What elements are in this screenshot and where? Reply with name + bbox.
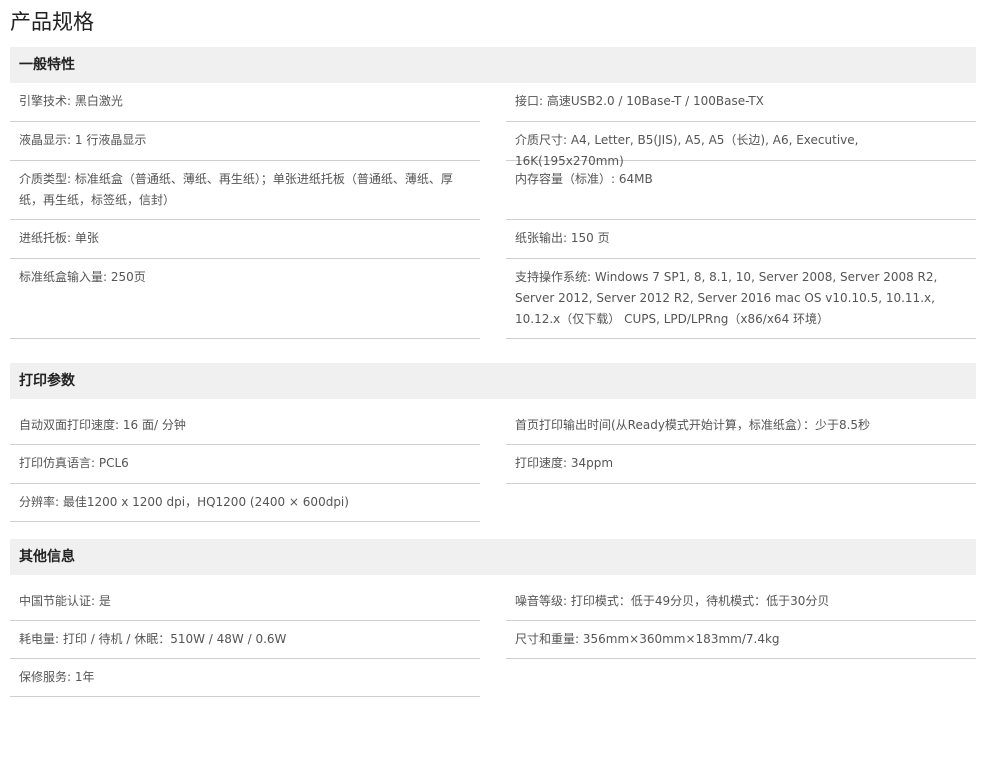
spec-value: 150 页 (570, 231, 610, 245)
spec-label: 支持操作系统 (515, 270, 588, 284)
spec-row: 支持操作系统: Windows 7 SP1, 8, 8.1, 10, Serve… (506, 259, 976, 339)
spec-label: 内存容量（标准） (515, 172, 612, 186)
spec-value: PCL6 (98, 456, 129, 470)
spec-label: 介质尺寸 (515, 133, 564, 147)
spec-value: 34ppm (570, 456, 614, 470)
spec-column-left: 中国节能认证: 是 耗电量: 打印 / 待机 / 休眠：510W / 48W /… (10, 575, 480, 697)
spec-row: 引擎技术: 黑白激光 (10, 83, 480, 122)
spec-value: 356mm×360mm×183mm/7.4kg (582, 632, 780, 646)
spec-value: 1 行液晶显示 (74, 133, 147, 147)
spec-row: 介质类型: 标准纸盒（普通纸、薄纸、再生纸）；单张进纸托板（普通纸、薄纸、厚纸，… (10, 161, 480, 220)
spec-value: 是 (98, 594, 111, 608)
spec-value: 打印模式：低于49分贝，待机模式：低于30分贝 (570, 594, 830, 608)
spec-label: 标准纸盒输入量 (19, 270, 104, 284)
spec-label: 介质类型 (19, 172, 68, 186)
spec-value: 64MB (618, 172, 653, 186)
spec-row: 纸张输出: 150 页 (506, 220, 976, 259)
spec-column-right: 首页打印输出时间(从Ready模式开始计算，标准纸盒）：少于8.5秒 打印速度:… (506, 399, 976, 484)
spec-label: 液晶显示 (19, 133, 68, 147)
spec-value: 高速USB2.0 / 10Base-T / 100Base-TX (546, 94, 764, 108)
spec-row: 打印仿真语言: PCL6 (10, 445, 480, 484)
spec-grid: 自动双面打印速度: 16 面/ 分钟 打印仿真语言: PCL6 分辨率: 最佳1… (10, 399, 976, 522)
spec-value: 单张 (74, 231, 99, 245)
section-title: 其他信息 (10, 539, 976, 575)
spec-label: 纸张输出 (515, 231, 564, 245)
spec-row: 首页打印输出时间(从Ready模式开始计算，标准纸盒）：少于8.5秒 (506, 399, 976, 445)
spec-row: 液晶显示: 1 行液晶显示 (10, 122, 480, 161)
spec-grid: 引擎技术: 黑白激光 液晶显示: 1 行液晶显示 介质类型: 标准纸盒（普通纸、… (10, 83, 976, 347)
spec-value: 16 面/ 分钟 (122, 418, 186, 432)
spec-row: 内存容量（标准）: 64MB (506, 161, 976, 220)
spec-value: 少于8.5秒 (814, 418, 871, 432)
spec-value: 最佳1200 x 1200 dpi，HQ1200 (2400 × 600dpi) (62, 495, 349, 509)
spec-value: 250页 (110, 270, 146, 284)
spec-label: 打印仿真语言 (19, 456, 92, 470)
spec-row: 自动双面打印速度: 16 面/ 分钟 (10, 399, 480, 445)
spec-row: 介质尺寸: A4, Letter, B5(JIS), A5, A5（长边), A… (506, 122, 976, 168)
spec-row: 标准纸盒输入量: 250页 (10, 259, 480, 339)
spec-label: 打印速度 (515, 456, 564, 470)
spec-label: 噪音等级 (515, 594, 564, 608)
spec-row: 保修服务: 1年 (10, 659, 480, 697)
section-title: 一般特性 (10, 47, 976, 83)
page-title: 产品规格 (10, 10, 94, 34)
section-title: 打印参数 (10, 363, 976, 399)
spec-label: 尺寸和重量 (515, 632, 576, 646)
spec-row: 接口: 高速USB2.0 / 10Base-T / 100Base-TX (506, 83, 976, 122)
spec-column-left: 自动双面打印速度: 16 面/ 分钟 打印仿真语言: PCL6 分辨率: 最佳1… (10, 399, 480, 522)
spec-row: 打印速度: 34ppm (506, 445, 976, 484)
spec-label: 中国节能认证 (19, 594, 92, 608)
spec-row: 耗电量: 打印 / 待机 / 休眠：510W / 48W / 0.6W (10, 621, 480, 659)
spec-label: 引擎技术 (19, 94, 68, 108)
spec-label: 分辨率 (19, 495, 56, 509)
spec-value: 打印 / 待机 / 休眠：510W / 48W / 0.6W (62, 632, 287, 646)
spec-label: 首页打印输出时间(从Ready模式开始计算，标准纸盒） (515, 418, 803, 432)
spec-row: 分辨率: 最佳1200 x 1200 dpi，HQ1200 (2400 × 60… (10, 484, 480, 522)
spec-row: 进纸托板: 单张 (10, 220, 480, 259)
section-print-parameters: 打印参数 自动双面打印速度: 16 面/ 分钟 打印仿真语言: PCL6 分辨率… (10, 363, 976, 522)
spec-row: 尺寸和重量: 356mm×360mm×183mm/7.4kg (506, 621, 976, 659)
spec-row: 噪音等级: 打印模式：低于49分贝，待机模式：低于30分贝 (506, 575, 976, 621)
spec-column-left: 引擎技术: 黑白激光 液晶显示: 1 行液晶显示 介质类型: 标准纸盒（普通纸、… (10, 83, 480, 339)
spec-label: 保修服务 (19, 670, 68, 684)
spec-label: 接口 (515, 94, 540, 108)
spec-row: 中国节能认证: 是 (10, 575, 480, 621)
spec-label: 进纸托板 (19, 231, 68, 245)
spec-value: 标准纸盒（普通纸、薄纸、再生纸）；单张进纸托板（普通纸、薄纸、厚纸，再生纸，标签… (19, 172, 453, 207)
spec-value: 黑白激光 (74, 94, 123, 108)
spec-grid: 中国节能认证: 是 耗电量: 打印 / 待机 / 休眠：510W / 48W /… (10, 575, 976, 698)
spec-label: 耗电量 (19, 632, 56, 646)
spec-column-right: 噪音等级: 打印模式：低于49分贝，待机模式：低于30分贝 尺寸和重量: 356… (506, 575, 976, 659)
spec-column-right: 接口: 高速USB2.0 / 10Base-T / 100Base-TX 介质尺… (506, 83, 976, 339)
section-other-info: 其他信息 中国节能认证: 是 耗电量: 打印 / 待机 / 休眠：510W / … (10, 539, 976, 698)
spec-value: 1年 (74, 670, 95, 684)
section-general: 一般特性 引擎技术: 黑白激光 液晶显示: 1 行液晶显示 介质类型: 标准纸盒… (10, 47, 976, 347)
spec-label: 自动双面打印速度 (19, 418, 116, 432)
